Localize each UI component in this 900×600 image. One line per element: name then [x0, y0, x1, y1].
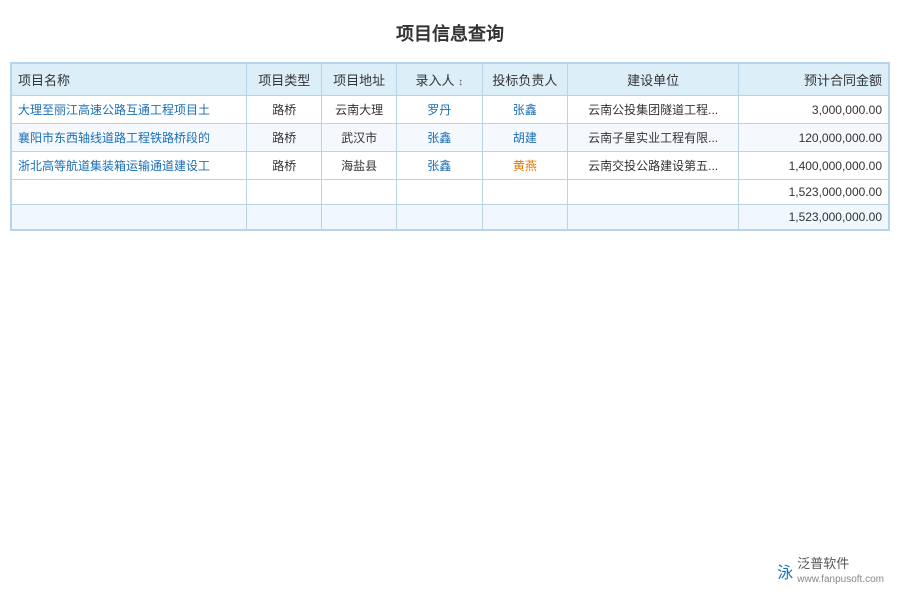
data-table-wrapper: 项目名称 项目类型 项目地址 录入人 ↕ 投标负责人	[10, 62, 890, 231]
cell-name-2: 襄阳市东西轴线道路工程铁路桥段的	[12, 124, 247, 152]
cell-name-1: 大理至丽江高速公路互通工程项目土	[12, 96, 247, 124]
page-container: 项目信息查询 项目名称 项目类型 项目地址 录入人 ↕	[0, 0, 900, 600]
table-row: 大理至丽江高速公路互通工程项目土 路桥 云南大理 罗丹 张鑫 云南公投集团隧道工…	[12, 96, 889, 124]
subtotal-amount-cell: 1,523,000,000.00	[739, 180, 889, 205]
cell-addr-3: 海盐县	[322, 152, 397, 180]
cell-type-1: 路桥	[247, 96, 322, 124]
cell-recorder-1: 罗丹	[397, 96, 483, 124]
total-unit-cell	[568, 205, 739, 230]
watermark: 泳 泛普软件 www.fanpusoft.com	[777, 556, 884, 586]
page-title: 项目信息查询	[10, 20, 890, 46]
total-row: 1,523,000,000.00	[12, 205, 889, 230]
col-header-address: 项目地址	[322, 64, 397, 96]
watermark-icon: 泳	[777, 559, 793, 583]
link-name-2[interactable]: 襄阳市东西轴线道路工程铁路桥段的	[18, 131, 210, 145]
cell-recorder-2: 张鑫	[397, 124, 483, 152]
link-bidder-1[interactable]: 张鑫	[513, 103, 537, 117]
link-recorder-3[interactable]: 张鑫	[427, 159, 451, 173]
cell-unit-3: 云南交投公路建设第五...	[568, 152, 739, 180]
table-row: 襄阳市东西轴线道路工程铁路桥段的 路桥 武汉市 张鑫 胡建 云南子星实业工程有限…	[12, 124, 889, 152]
subtotal-recorder-cell	[397, 180, 483, 205]
watermark-prefix: 泛普软件	[797, 556, 849, 571]
cell-addr-1: 云南大理	[322, 96, 397, 124]
table-row: 浙北高等航道集装箱运输通道建设工 路桥 海盐县 张鑫 黄燕 云南交投公路建设第五…	[12, 152, 889, 180]
total-label-cell	[12, 205, 247, 230]
total-recorder-cell	[397, 205, 483, 230]
cell-addr-2: 武汉市	[322, 124, 397, 152]
cell-unit-2: 云南子星实业工程有限...	[568, 124, 739, 152]
watermark-url: www.fanpusoft.com	[797, 573, 884, 586]
subtotal-bidder-cell	[482, 180, 568, 205]
subtotal-label-cell	[12, 180, 247, 205]
cell-amount-2: 120,000,000.00	[739, 124, 889, 152]
link-recorder-2[interactable]: 张鑫	[427, 131, 451, 145]
cell-amount-3: 1,400,000,000.00	[739, 152, 889, 180]
subtotal-row: 1,523,000,000.00	[12, 180, 889, 205]
link-recorder-1[interactable]: 罗丹	[427, 103, 451, 117]
cell-bidder-3: 黄燕	[482, 152, 568, 180]
link-name-3[interactable]: 浙北高等航道集装箱运输通道建设工	[18, 159, 210, 173]
cell-type-2: 路桥	[247, 124, 322, 152]
total-amount-cell: 1,523,000,000.00	[739, 205, 889, 230]
col-header-bidder: 投标负责人	[482, 64, 568, 96]
watermark-name: 泛普软件	[797, 556, 884, 573]
watermark-text-block: 泛普软件 www.fanpusoft.com	[797, 556, 884, 586]
cell-type-3: 路桥	[247, 152, 322, 180]
total-type-cell	[247, 205, 322, 230]
col-header-recorder[interactable]: 录入人 ↕	[397, 64, 483, 96]
link-name-1[interactable]: 大理至丽江高速公路互通工程项目土	[18, 103, 210, 117]
subtotal-type-cell	[247, 180, 322, 205]
col-header-amount: 预计合同金额	[739, 64, 889, 96]
cell-name-3: 浙北高等航道集装箱运输通道建设工	[12, 152, 247, 180]
cell-bidder-1: 张鑫	[482, 96, 568, 124]
subtotal-addr-cell	[322, 180, 397, 205]
link-bidder-2[interactable]: 胡建	[513, 131, 537, 145]
col-header-name: 项目名称	[12, 64, 247, 96]
total-addr-cell	[322, 205, 397, 230]
table-header-row: 项目名称 项目类型 项目地址 录入人 ↕ 投标负责人	[12, 64, 889, 96]
col-header-type: 项目类型	[247, 64, 322, 96]
cell-unit-1: 云南公投集团隧道工程...	[568, 96, 739, 124]
link-bidder-3[interactable]: 黄燕	[513, 159, 537, 173]
subtotal-unit-cell	[568, 180, 739, 205]
total-bidder-cell	[482, 205, 568, 230]
col-header-unit: 建设单位	[568, 64, 739, 96]
cell-bidder-2: 胡建	[482, 124, 568, 152]
cell-recorder-3: 张鑫	[397, 152, 483, 180]
cell-amount-1: 3,000,000.00	[739, 96, 889, 124]
sort-icon-recorder: ↕	[458, 77, 463, 88]
data-table: 项目名称 项目类型 项目地址 录入人 ↕ 投标负责人	[11, 63, 889, 230]
